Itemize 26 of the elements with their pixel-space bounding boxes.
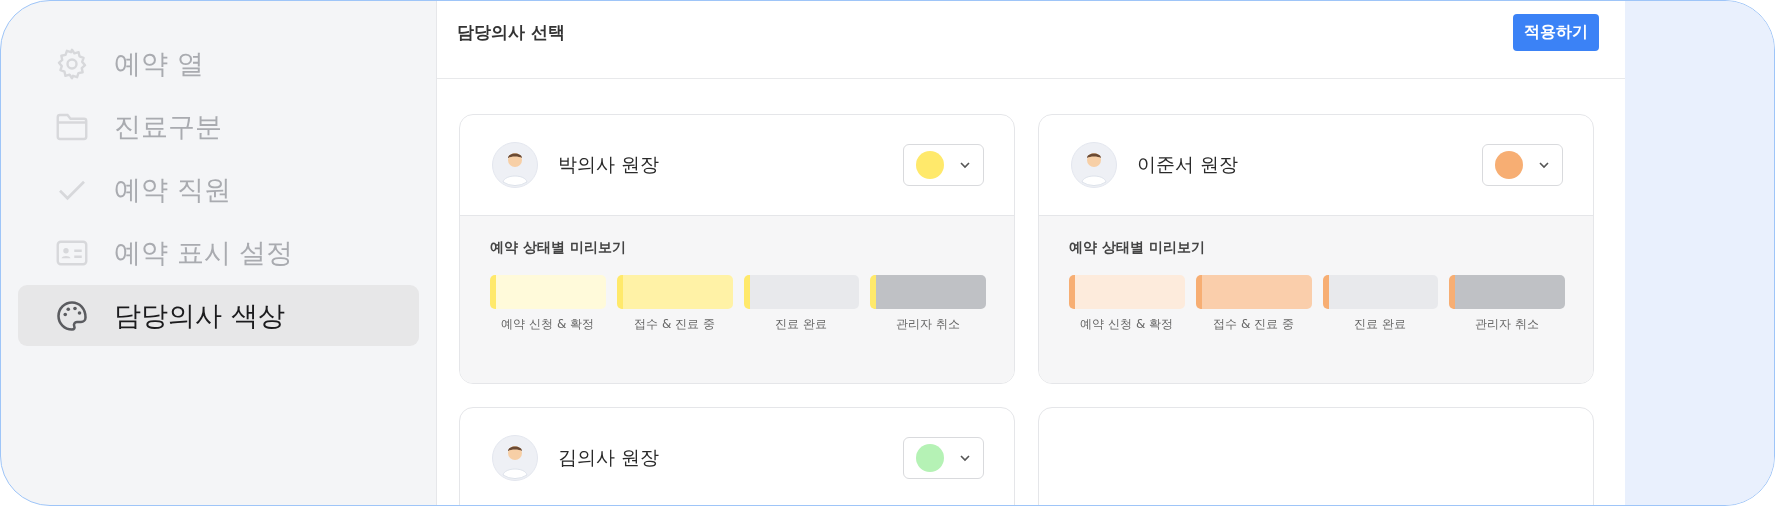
color-select[interactable] [1482,144,1563,186]
avatar-icon [492,435,538,481]
doctor-name: 김의사 원장 [558,445,661,470]
sidebar-item[interactable]: 예약 표시 설정 [18,222,419,283]
status-label: 예약 신청 & 확정 [1080,316,1174,333]
color-select[interactable] [903,144,984,186]
section-title: 담당의사 선택 [457,21,565,44]
sidebar-item[interactable]: 예약 열 [18,33,419,94]
color-select[interactable] [903,437,984,479]
preview-title: 예약 상태별 미리보기 [1069,239,1205,257]
status-label: 접수 & 진료 중 [634,316,716,333]
avatar-icon [1071,142,1117,188]
sidebar-item[interactable]: 진료구분 [18,96,419,157]
status-label: 관리자 취소 [1475,316,1540,333]
doctor-name: 박의사 원장 [558,152,661,177]
status-label: 관리자 취소 [896,316,961,333]
status-label: 진료 완료 [1354,316,1407,333]
status-label: 진료 완료 [775,316,828,333]
status-label: 예약 신청 & 확정 [501,316,595,333]
sidebar-item[interactable]: 담당의사 색상 [18,285,419,346]
doctor-name: 이준서 원장 [1137,152,1240,177]
status-label: 접수 & 진료 중 [1213,316,1295,333]
apply-button[interactable]: 적용하기 [1513,14,1599,51]
avatar-icon [492,142,538,188]
sidebar-item[interactable]: 예약 직원 [18,159,419,220]
preview-title: 예약 상태별 미리보기 [490,239,626,257]
